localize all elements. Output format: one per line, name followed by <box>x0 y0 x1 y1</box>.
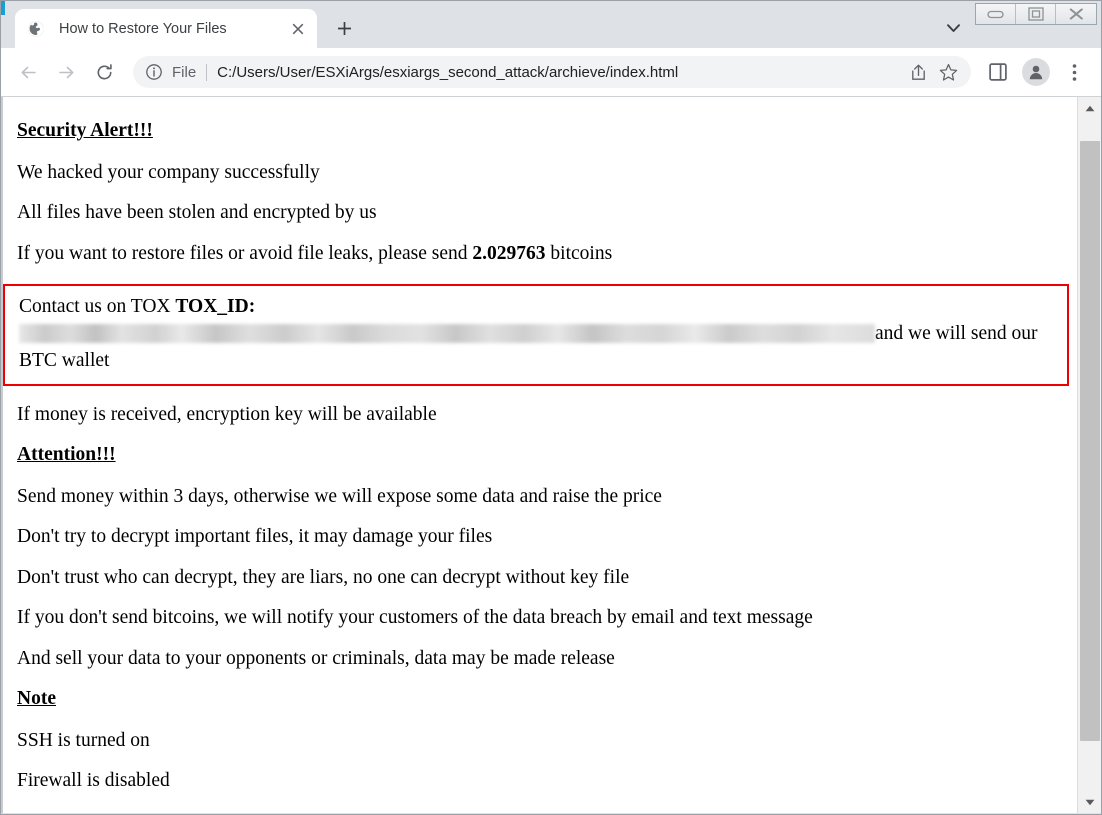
page-content: Security Alert!!! We hacked your company… <box>1 97 1079 813</box>
forward-button[interactable] <box>49 55 83 89</box>
omnibox-actions <box>893 59 961 85</box>
tox-prefix-text: Contact us on TOX <box>19 296 175 317</box>
profile-button[interactable] <box>1019 55 1053 89</box>
new-tab-button[interactable] <box>329 13 359 43</box>
attention-item: Don't try to decrypt important files, it… <box>17 527 1079 547</box>
page-scrollbar[interactable] <box>1077 97 1101 813</box>
share-icon[interactable] <box>905 59 931 85</box>
minimize-icon <box>987 10 1004 19</box>
back-button[interactable] <box>11 55 45 89</box>
attention-item: Send money within 3 days, otherwise we w… <box>17 487 1079 507</box>
tab-close-icon[interactable] <box>287 18 309 40</box>
ransom-prefix-text: If you want to restore files or avoid fi… <box>17 243 472 264</box>
reload-button[interactable] <box>87 55 121 89</box>
restore-icon <box>1028 7 1044 21</box>
tab-search-button[interactable] <box>939 15 967 41</box>
globe-icon <box>27 20 45 38</box>
chevron-down-icon <box>947 24 960 33</box>
line-ransom-amount: If you want to restore files or avoid fi… <box>17 244 1079 264</box>
attention-item: And sell your data to your opponents or … <box>17 649 1079 669</box>
address-bar[interactable]: File C:/Users/User/ESXiArgs/esxiargs_sec… <box>133 56 971 88</box>
url-scheme-label: File <box>172 64 196 81</box>
note-item: SSH is turned on <box>17 731 1079 751</box>
attention-heading: Attention!!! <box>17 445 1079 465</box>
scrollbar-thumb[interactable] <box>1080 141 1100 741</box>
back-arrow-icon <box>19 63 38 82</box>
omnibox-divider <box>206 64 207 81</box>
window-restore-button[interactable] <box>1016 4 1056 24</box>
scroll-up-arrow-icon <box>1085 105 1095 112</box>
window-corner-accent <box>1 1 5 15</box>
attention-item: Don't trust who can decrypt, they are li… <box>17 568 1079 588</box>
three-dot-menu-icon <box>1072 63 1077 82</box>
tox-contact-alert-box: Contact us on TOX TOX_ID: and we will se… <box>3 284 1069 386</box>
close-icon <box>1068 7 1084 21</box>
line-encryption-key: If money is received, encryption key wil… <box>17 405 1079 425</box>
browser-tab-active[interactable]: How to Restore Your Files <box>15 9 317 48</box>
profile-avatar-icon <box>1022 58 1050 86</box>
tab-strip: How to Restore Your Files <box>1 1 1101 48</box>
line-hacked: We hacked your company successfully <box>17 163 1079 183</box>
ransom-amount-value: 2.029763 <box>472 243 545 264</box>
window-controls <box>975 3 1097 25</box>
info-circle-icon[interactable] <box>145 63 163 81</box>
page-viewport: Security Alert!!! We hacked your company… <box>1 96 1101 813</box>
scroll-down-button[interactable] <box>1078 791 1101 813</box>
plus-icon <box>337 21 352 36</box>
tab-title: How to Restore Your Files <box>59 21 287 37</box>
window-minimize-button[interactable] <box>976 4 1016 24</box>
note-heading: Note <box>17 689 1079 709</box>
tox-id-label: TOX_ID: <box>175 296 255 317</box>
tox-id-redacted-value <box>19 324 875 343</box>
note-item: Firewall is disabled <box>17 771 1079 791</box>
tox-contact-line: Contact us on TOX TOX_ID: and we will se… <box>19 294 1067 375</box>
forward-arrow-icon <box>57 63 76 82</box>
reload-icon <box>95 63 114 82</box>
ransom-suffix-text: bitcoins <box>546 243 613 264</box>
browser-menu-button[interactable] <box>1057 55 1091 89</box>
ransom-note-document: Security Alert!!! We hacked your company… <box>17 121 1079 791</box>
scroll-up-button[interactable] <box>1078 97 1101 119</box>
window-close-button[interactable] <box>1056 4 1096 24</box>
scroll-down-arrow-icon <box>1085 799 1095 806</box>
side-panel-button[interactable] <box>981 55 1015 89</box>
url-text: C:/Users/User/ESXiArgs/esxiargs_second_a… <box>217 64 678 81</box>
side-panel-icon <box>989 63 1007 81</box>
browser-window: How to Restore Your Files <box>0 0 1102 815</box>
attention-item: If you don't send bitcoins, we will noti… <box>17 608 1079 628</box>
page-title: Security Alert!!! <box>17 121 1079 141</box>
browser-toolbar: File C:/Users/User/ESXiArgs/esxiargs_sec… <box>1 48 1101 96</box>
star-icon[interactable] <box>935 59 961 85</box>
line-stolen: All files have been stolen and encrypted… <box>17 203 1079 223</box>
